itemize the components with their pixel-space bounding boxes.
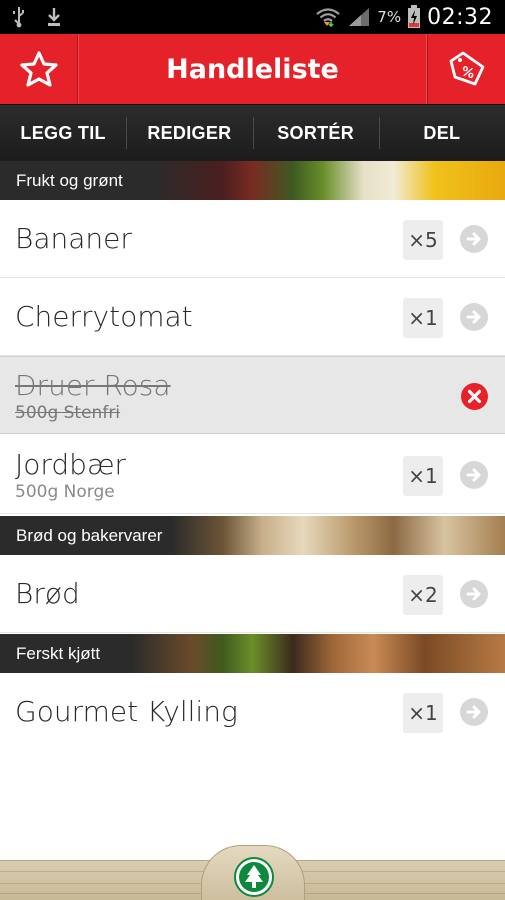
usb-icon: [13, 7, 24, 28]
category-header-bakery: Brød og bakervarer: [0, 516, 505, 555]
list-item[interactable]: Bananer ×5: [0, 200, 505, 278]
quantity-badge[interactable]: ×5: [403, 220, 443, 260]
spar-logo-icon: [234, 857, 274, 897]
list-item-checked[interactable]: Druer Rosa 500g Stenfri: [0, 356, 505, 434]
edit-button[interactable]: REDIGER: [126, 105, 252, 161]
item-name: Cherrytomat: [15, 300, 193, 333]
item-name: Druer Rosa: [15, 369, 171, 402]
category-label: Frukt og grønt: [16, 170, 123, 190]
arrow-right-circle-icon[interactable]: [459, 579, 489, 609]
category-label: Brød og bakervarer: [16, 525, 163, 545]
status-time: 02:32: [427, 4, 493, 30]
sort-button[interactable]: SORTÉR: [252, 105, 379, 161]
signal-icon: [349, 8, 370, 26]
remove-circle-icon[interactable]: [460, 382, 489, 411]
battery-percent: 7%: [377, 8, 402, 26]
quantity-badge[interactable]: ×2: [403, 575, 443, 615]
favorites-button[interactable]: [0, 34, 78, 104]
item-detail: 500g Stenfri: [15, 403, 121, 423]
list-item[interactable]: Gourmet Kylling ×1: [0, 673, 505, 751]
quantity-badge[interactable]: ×1: [403, 298, 443, 338]
page-title: Handleliste: [166, 53, 339, 85]
arrow-right-circle-icon[interactable]: [459, 302, 489, 332]
item-name: Gourmet Kylling: [15, 695, 238, 728]
share-button[interactable]: DEL: [378, 105, 505, 161]
list-item[interactable]: Jordbær 500g Norge ×1: [0, 436, 505, 514]
category-header-meat: Ferskt kjøtt: [0, 634, 505, 673]
list-item[interactable]: Cherrytomat ×1: [0, 278, 505, 356]
price-tag-percent-icon: %: [449, 51, 484, 86]
title-bar: Handleliste %: [0, 34, 505, 104]
list-item[interactable]: Brød ×2: [0, 555, 505, 633]
category-label: Ferskt kjøtt: [16, 643, 101, 663]
item-name: Bananer: [15, 222, 132, 255]
arrow-right-circle-icon[interactable]: [459, 460, 489, 490]
item-detail: 500g Norge: [15, 482, 115, 502]
wifi-icon: [316, 8, 340, 28]
add-button[interactable]: LEGG TIL: [0, 105, 126, 161]
arrow-right-circle-icon[interactable]: [459, 697, 489, 727]
quantity-badge[interactable]: ×1: [403, 456, 443, 496]
quantity-badge[interactable]: ×1: [403, 693, 443, 733]
category-header-fruit: Frukt og grønt: [0, 161, 505, 200]
item-name: Brød: [15, 577, 80, 610]
offers-button[interactable]: %: [427, 34, 505, 104]
home-tab[interactable]: [201, 845, 305, 900]
arrow-right-circle-icon[interactable]: [459, 224, 489, 254]
download-icon: [48, 8, 60, 26]
item-name: Jordbær: [15, 448, 126, 481]
status-bar: 7% 02:32: [0, 0, 505, 34]
star-outline-icon: [19, 51, 58, 87]
battery-charging-icon: [408, 5, 421, 28]
action-bar: LEGG TIL REDIGER SORTÉR DEL: [0, 104, 505, 161]
